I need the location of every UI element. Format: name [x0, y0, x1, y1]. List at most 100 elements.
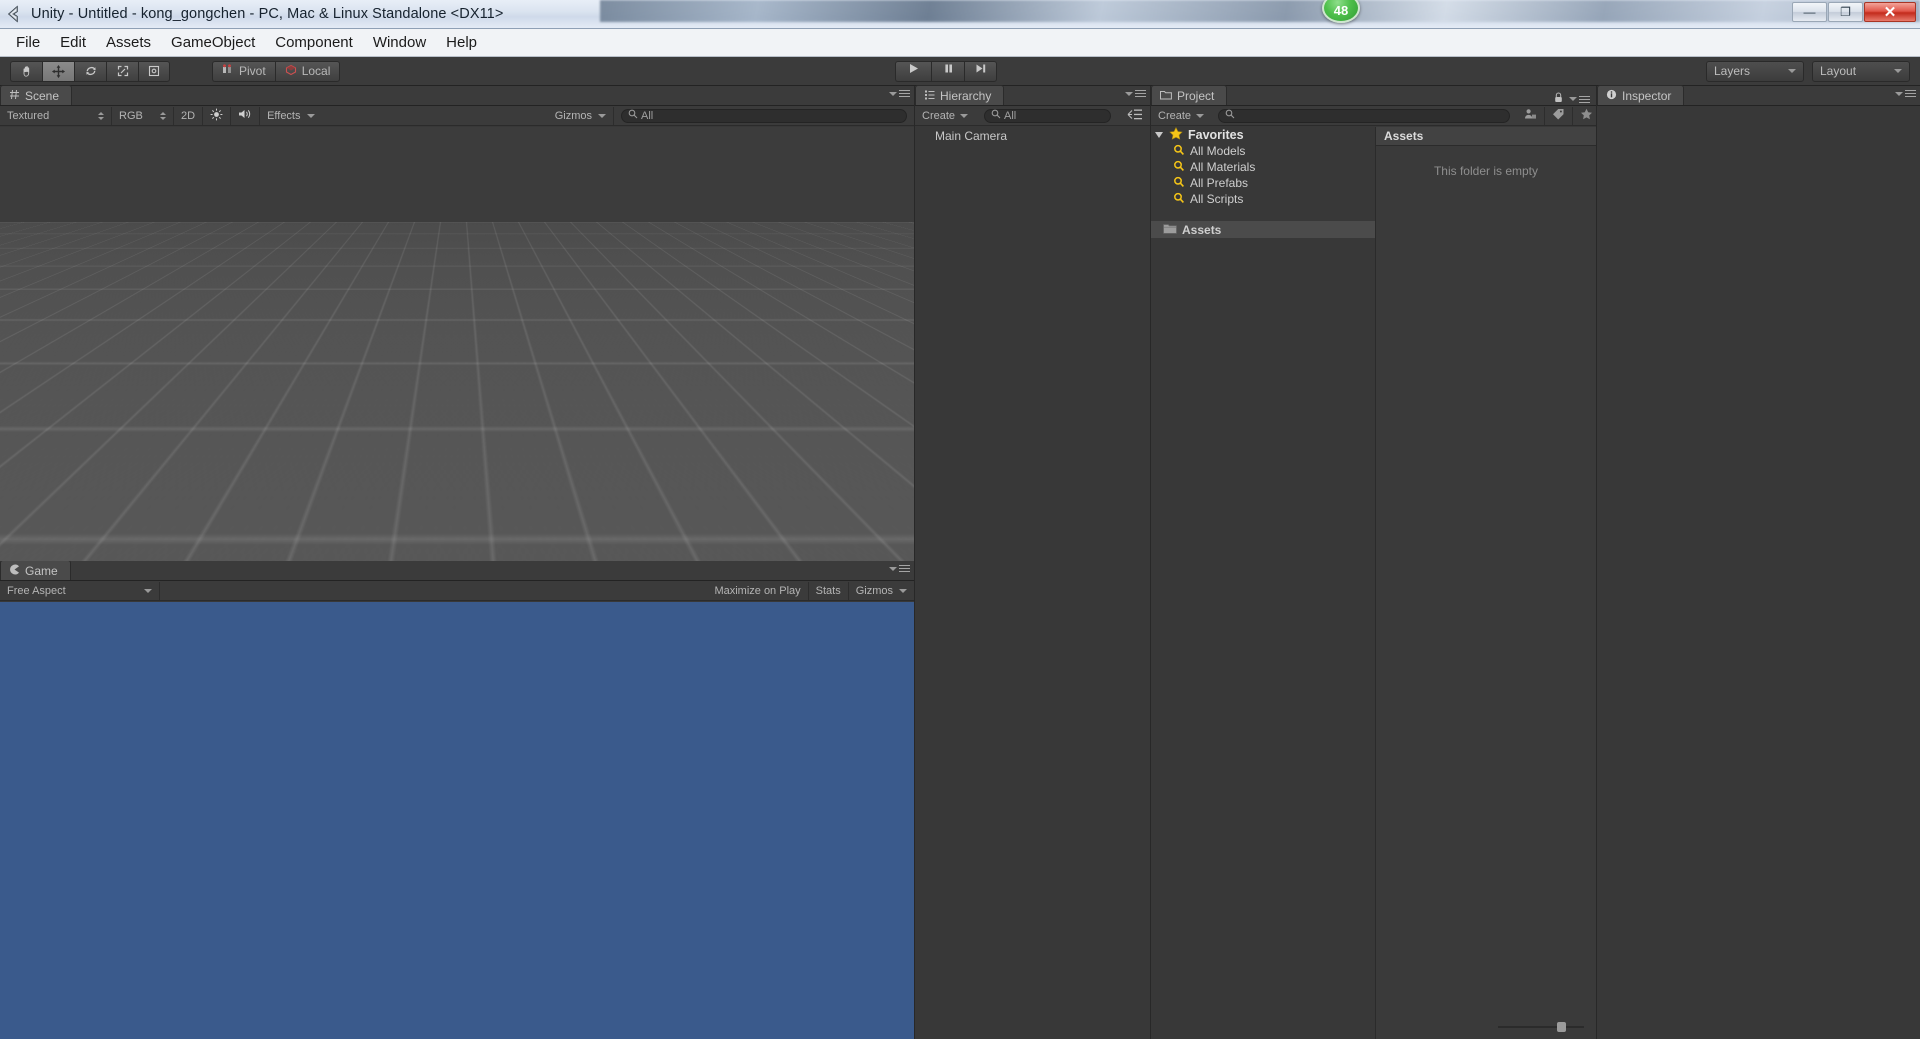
- play-icon: [907, 62, 920, 80]
- chevron-down-icon: [144, 588, 152, 593]
- zoom-slider-handle[interactable]: [1557, 1022, 1566, 1032]
- scene-search-placeholder: All: [641, 109, 654, 122]
- pivot-toggle-button[interactable]: Pivot: [212, 60, 275, 82]
- hierarchy-panel-menu[interactable]: [1125, 90, 1146, 97]
- tab-game[interactable]: Game: [0, 560, 71, 580]
- avatar-filter-icon: [1524, 108, 1537, 123]
- scene-colormode-dropdown[interactable]: RGB: [112, 106, 174, 125]
- scene-colormode-label: RGB: [119, 109, 143, 122]
- project-content-pane: Assets This folder is empty: [1376, 127, 1596, 1039]
- close-button[interactable]: ✕: [1864, 2, 1916, 22]
- chevron-down-icon: [1788, 69, 1796, 73]
- tab-project[interactable]: Project: [1151, 85, 1228, 105]
- inspector-panel: Inspector: [1597, 85, 1920, 1039]
- layers-label: Layers: [1714, 64, 1751, 78]
- project-favorite-all-prefabs[interactable]: All Prefabs: [1151, 175, 1375, 191]
- move-tool-button[interactable]: [42, 60, 74, 82]
- layout-dropdown[interactable]: Layout: [1812, 60, 1910, 82]
- restore-button[interactable]: ❐: [1828, 2, 1863, 22]
- scene-view-panel: Scene Textured RGB 2D Effects Gizmos All…: [0, 85, 914, 561]
- menu-window[interactable]: Window: [363, 32, 436, 53]
- menu-file[interactable]: File: [6, 32, 50, 53]
- project-favorites-group[interactable]: Favorites: [1151, 127, 1375, 143]
- scene-2d-label: 2D: [181, 109, 196, 122]
- scene-gizmos-dropdown[interactable]: Gizmos: [548, 106, 614, 125]
- folder-icon: [1163, 223, 1177, 237]
- scene-2d-toggle[interactable]: 2D: [174, 106, 204, 125]
- project-create-label: Create: [1158, 109, 1192, 122]
- project-zoom-slider[interactable]: [1498, 1022, 1584, 1032]
- hand-tool-button[interactable]: [10, 60, 42, 82]
- menu-help[interactable]: Help: [436, 32, 487, 53]
- search-icon: [991, 109, 1001, 122]
- project-tree-pane: Favorites All Models All Materials All P…: [1151, 127, 1376, 1039]
- scene-lighting-toggle[interactable]: [203, 106, 232, 125]
- project-favorite-all-materials[interactable]: All Materials: [1151, 159, 1375, 175]
- move-arrows-icon: [51, 64, 66, 79]
- scene-gameobject-gizmo[interactable]: [242, 338, 264, 354]
- project-create-dropdown[interactable]: Create: [1151, 107, 1211, 125]
- lock-icon[interactable]: [1554, 90, 1563, 108]
- rect-transform-icon: [147, 64, 161, 78]
- tab-hierarchy[interactable]: Hierarchy: [915, 85, 1005, 105]
- minimize-button[interactable]: —: [1792, 2, 1827, 22]
- project-filter-star-button[interactable]: [1573, 107, 1600, 125]
- game-maximize-toggle[interactable]: Maximize on Play: [707, 581, 809, 600]
- pivot-space-group: Pivot Local: [212, 60, 341, 82]
- step-button[interactable]: [964, 60, 997, 82]
- pause-button[interactable]: [931, 60, 964, 82]
- menu-component[interactable]: Component: [265, 32, 363, 53]
- scene-effects-dropdown[interactable]: Effects: [260, 107, 321, 125]
- scale-tool-button[interactable]: [106, 60, 138, 82]
- hierarchy-search-input[interactable]: All: [984, 108, 1111, 123]
- scene-viewport[interactable]: y x z < Persp: [0, 127, 914, 561]
- transform-tools-group: [10, 60, 170, 82]
- project-content-breadcrumb[interactable]: Assets: [1376, 127, 1596, 146]
- scene-search-input[interactable]: All: [621, 108, 907, 123]
- game-gizmos-dropdown[interactable]: Gizmos: [849, 582, 914, 600]
- game-viewport[interactable]: [0, 602, 914, 1039]
- sun-icon: [210, 108, 223, 124]
- project-favorite-all-models[interactable]: All Models: [1151, 143, 1375, 159]
- project-favorite-label: All Materials: [1190, 160, 1256, 174]
- hierarchy-sort-button[interactable]: [1120, 107, 1150, 125]
- project-favorite-all-scripts[interactable]: All Scripts: [1151, 191, 1375, 207]
- magnifier-icon: [1173, 176, 1185, 191]
- hierarchy-item-main-camera[interactable]: Main Camera: [915, 127, 1150, 144]
- scene-panel-menu[interactable]: [889, 90, 910, 97]
- step-icon: [974, 62, 987, 80]
- tab-inspector[interactable]: Inspector: [1597, 85, 1685, 105]
- menu-assets[interactable]: Assets: [96, 32, 161, 53]
- project-filter-label-button[interactable]: [1545, 106, 1574, 125]
- inspector-panel-menu[interactable]: [1895, 90, 1916, 97]
- project-panel-menu[interactable]: [1554, 90, 1590, 108]
- scene-audio-toggle[interactable]: [231, 106, 261, 125]
- project-favorite-label: All Scripts: [1190, 192, 1244, 206]
- project-filter-avatar-button[interactable]: [1517, 106, 1546, 125]
- rotate-tool-button[interactable]: [74, 60, 106, 82]
- scene-projection-label[interactable]: < Persp: [820, 332, 914, 346]
- rect-tool-button[interactable]: [138, 60, 170, 82]
- local-space-icon: [285, 64, 297, 79]
- scene-drawmode-dropdown[interactable]: Textured: [0, 106, 112, 125]
- game-aspect-dropdown[interactable]: Free Aspect: [0, 581, 160, 600]
- tab-inspector-label: Inspector: [1622, 88, 1672, 103]
- project-folder-assets[interactable]: Assets: [1151, 221, 1375, 238]
- chevron-expanded-icon[interactable]: [1155, 132, 1163, 138]
- project-search-container: [1211, 107, 1517, 125]
- layout-label: Layout: [1820, 64, 1857, 78]
- menu-hamburger-icon: [899, 90, 910, 97]
- hierarchy-toolbar: Create All: [915, 106, 1150, 126]
- local-toggle-button[interactable]: Local: [274, 60, 341, 82]
- layers-dropdown[interactable]: Layers: [1706, 60, 1804, 82]
- scene-gizmos-label: Gizmos: [554, 109, 592, 122]
- project-search-input[interactable]: [1218, 108, 1511, 123]
- magnifier-icon: [1173, 192, 1185, 207]
- menu-edit[interactable]: Edit: [50, 32, 96, 53]
- tab-scene[interactable]: Scene: [0, 85, 73, 105]
- hierarchy-create-dropdown[interactable]: Create: [915, 107, 977, 125]
- game-stats-toggle[interactable]: Stats: [809, 581, 849, 600]
- menu-gameobject[interactable]: GameObject: [161, 32, 265, 53]
- game-panel-menu[interactable]: [889, 565, 910, 572]
- play-button[interactable]: [895, 60, 931, 82]
